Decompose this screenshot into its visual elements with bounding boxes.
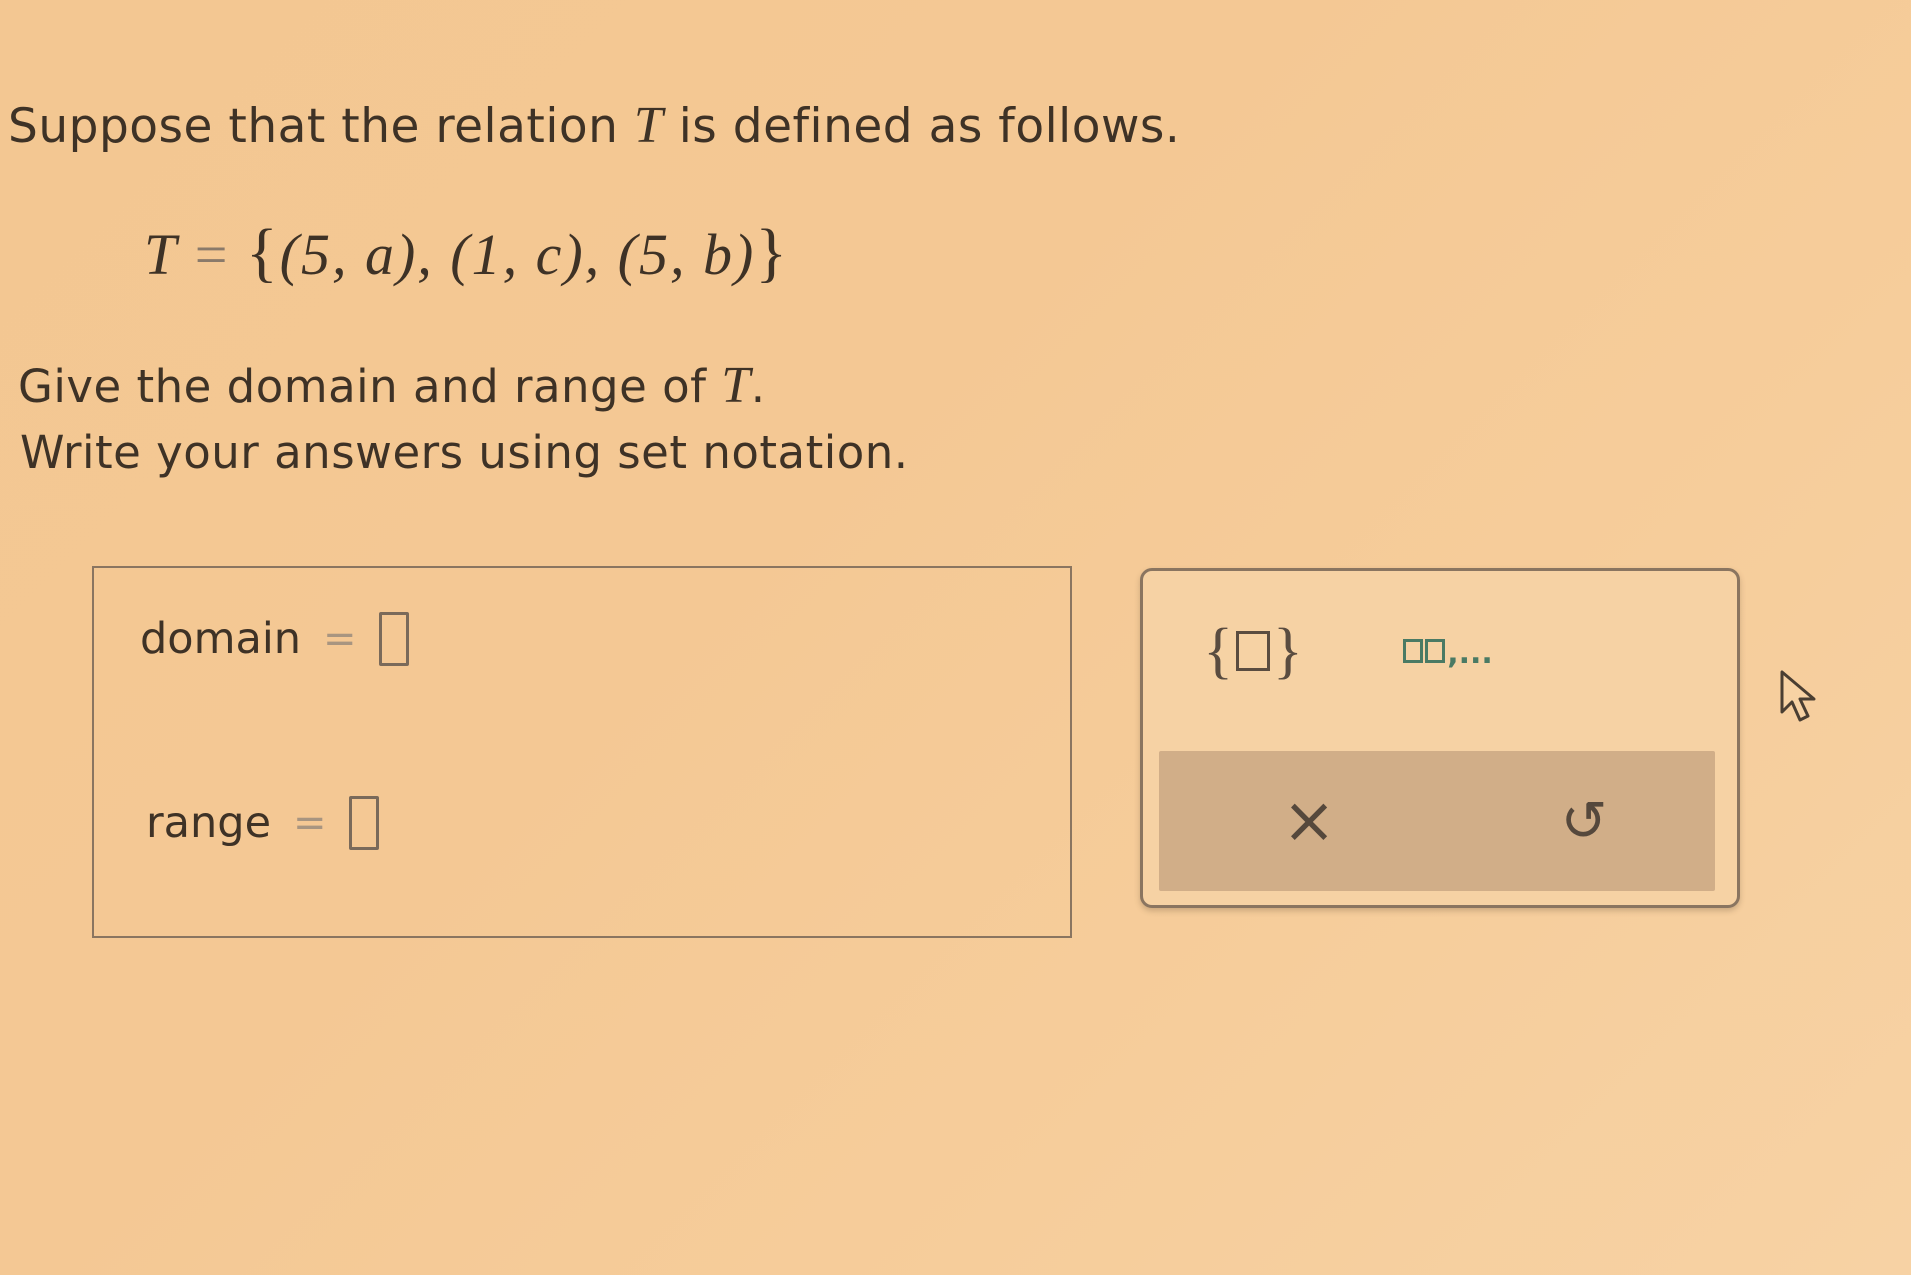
equation-equals: = bbox=[194, 222, 230, 287]
range-label: range bbox=[146, 798, 272, 848]
instruction-text-before: Give the domain and range of bbox=[18, 360, 722, 413]
set-braces-button[interactable]: {} bbox=[1203, 611, 1303, 691]
math-palette: {} ,... × ↺ bbox=[1140, 568, 1740, 908]
domain-equals: = bbox=[323, 616, 357, 662]
instruction-text-after: . bbox=[750, 360, 766, 413]
question-prompt: Suppose that the relation T is defined a… bbox=[8, 96, 1180, 155]
range-equals: = bbox=[293, 800, 327, 846]
equation-open-brace: { bbox=[245, 216, 280, 289]
list-elements-icon: ,... bbox=[1403, 636, 1493, 671]
undo-button[interactable]: ↺ bbox=[1534, 771, 1634, 871]
clear-button[interactable]: × bbox=[1259, 771, 1359, 871]
domain-row: domain = bbox=[140, 612, 409, 666]
equation-pairs: (5, a), (1, c), (5, b) bbox=[279, 222, 756, 287]
instruction-set-notation: Write your answers using set notation. bbox=[20, 426, 909, 479]
range-input[interactable] bbox=[348, 796, 379, 850]
instruction-domain-range: Give the domain and range of T. bbox=[18, 356, 766, 415]
close-icon: × bbox=[1282, 784, 1336, 858]
relation-variable: T bbox=[633, 97, 664, 154]
list-suffix: ,... bbox=[1447, 635, 1493, 671]
instruction-variable: T bbox=[721, 357, 751, 414]
equation-lhs: T bbox=[144, 222, 179, 287]
prompt-text-before: Suppose that the relation bbox=[8, 99, 634, 154]
list-elements-button[interactable]: ,... bbox=[1373, 623, 1523, 683]
domain-input[interactable] bbox=[378, 612, 409, 666]
equation-close-brace: } bbox=[755, 216, 789, 289]
relation-equation: T = {(5, a), (1, c), (5, b)} bbox=[144, 215, 789, 291]
domain-label: domain bbox=[140, 614, 302, 664]
set-braces-icon: {} bbox=[1203, 616, 1303, 685]
range-row: range = bbox=[146, 796, 379, 850]
undo-icon: ↺ bbox=[1560, 788, 1608, 854]
palette-action-bar: × ↺ bbox=[1159, 751, 1715, 891]
answer-box: domain = range = bbox=[92, 566, 1072, 938]
mouse-cursor-icon bbox=[1780, 670, 1816, 722]
prompt-text-after: is defined as follows. bbox=[663, 99, 1181, 154]
